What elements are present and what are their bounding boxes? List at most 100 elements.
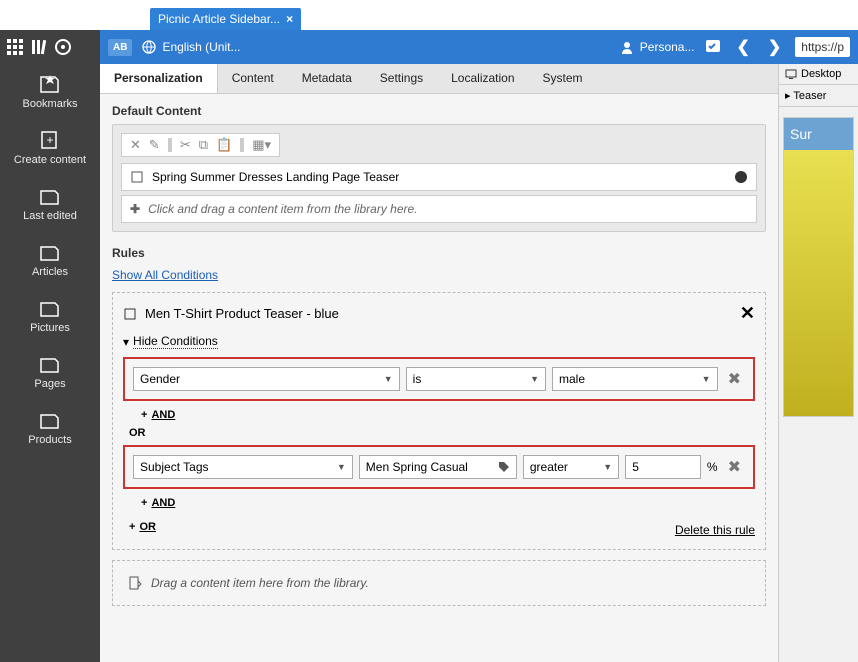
tab-settings[interactable]: Settings (366, 64, 437, 93)
edit-icon[interactable]: ✎ (147, 137, 162, 153)
tab-metadata[interactable]: Metadata (288, 64, 366, 93)
condition-tag-select[interactable]: Men Spring Casual (359, 455, 517, 479)
ab-test-button[interactable]: AB (108, 39, 132, 56)
file-tab-label: Picnic Article Sidebar... (158, 12, 280, 26)
close-tab-icon[interactable]: × (286, 12, 293, 26)
target-icon[interactable] (54, 38, 72, 56)
sidebar-label: Last edited (23, 210, 77, 222)
approve-icon[interactable] (704, 38, 722, 56)
preview-pane: Desktop ▸ Teaser Sur (778, 64, 858, 662)
preview-device[interactable]: Desktop (779, 64, 858, 85)
value-value: male (559, 372, 585, 386)
person-icon (620, 40, 634, 54)
nav-forward-button[interactable]: ❯ (764, 37, 785, 57)
sidebar-label: Create content (14, 154, 86, 166)
hide-conditions-toggle[interactable]: ▾ Hide Conditions (123, 334, 755, 349)
hint-text: Click and drag a content item from the l… (148, 202, 417, 216)
tab-personalization[interactable]: Personalization (100, 64, 218, 93)
paste-icon[interactable]: 📋 (214, 137, 234, 153)
tab-content[interactable]: Content (218, 64, 288, 93)
top-toolbar: AB English (Unit... Persona... ❮ ❯ https… (100, 30, 858, 64)
hide-conditions-label: Hide Conditions (133, 334, 218, 349)
nav-back-button[interactable]: ❮ (732, 37, 753, 57)
monitor-icon (785, 68, 797, 80)
globe-icon (142, 40, 156, 54)
delete-icon[interactable]: ✕ (128, 137, 143, 153)
cut-icon[interactable]: ✂ (178, 137, 193, 153)
library-icon[interactable] (30, 38, 48, 56)
op-value: is (413, 372, 422, 386)
rule-content-icon (123, 307, 137, 321)
sidebar-item-articles[interactable]: Articles (0, 232, 100, 288)
editor-tabs: Personalization Content Metadata Setting… (100, 64, 778, 94)
rule-header: Men T-Shirt Product Teaser - blue ✕ (123, 303, 755, 324)
rule-panel: Men T-Shirt Product Teaser - blue ✕ ▾ Hi… (112, 292, 766, 550)
percent-label: % (707, 460, 718, 474)
language-label: English (Unit... (162, 40, 240, 54)
condition-field-select[interactable]: Gender▼ (133, 367, 400, 391)
preview-photo (784, 150, 853, 416)
drag-content-panel[interactable]: Drag a content item here from the librar… (112, 560, 766, 606)
default-content-hint[interactable]: ✚ Click and drag a content item from the… (121, 195, 757, 223)
sidebar-label: Bookmarks (22, 98, 77, 110)
persona-label: Persona... (640, 40, 695, 54)
or-label-1: OR (123, 427, 755, 439)
default-content-title: Default Content (112, 104, 766, 118)
and-button-2[interactable]: +AND (123, 497, 755, 509)
rule-name: Men T-Shirt Product Teaser - blue (145, 306, 339, 321)
copy-icon[interactable]: ⧉ (197, 137, 210, 153)
condition-op-select-2[interactable]: greater▼ (523, 455, 619, 479)
url-field[interactable]: https://p (795, 37, 850, 57)
sidebar-label: Pages (34, 378, 65, 390)
sidebar-item-create-content[interactable]: + Create content (0, 120, 100, 176)
sidebar-label: Articles (32, 266, 68, 278)
sidebar-top-icons (0, 30, 100, 64)
sidebar-item-products[interactable]: Products (0, 400, 100, 456)
sidebar-label: Pictures (30, 322, 70, 334)
tag-value: Men Spring Casual (366, 460, 468, 474)
and-button-1[interactable]: +AND (123, 409, 755, 421)
rules-title: Rules (112, 246, 766, 260)
left-sidebar: Bookmarks + Create content Last edited A… (0, 30, 100, 662)
or-button-2[interactable]: +OR (123, 521, 156, 533)
tab-system[interactable]: System (529, 64, 597, 93)
condition-value-input[interactable]: 5 (625, 455, 701, 479)
file-tab[interactable]: Picnic Article Sidebar... × (150, 8, 301, 30)
show-all-conditions-link[interactable]: Show All Conditions (112, 268, 218, 282)
content-item-label: Spring Summer Dresses Landing Page Tease… (152, 170, 399, 184)
and-label: AND (151, 409, 175, 421)
sidebar-item-last-edited[interactable]: Last edited (0, 176, 100, 232)
plus-icon: ✚ (130, 202, 140, 216)
condition-op-select[interactable]: is▼ (406, 367, 546, 391)
drag-hint-text: Drag a content item here from the librar… (151, 576, 369, 590)
op-value-2: greater (530, 460, 568, 474)
default-content-item[interactable]: Spring Summer Dresses Landing Page Tease… (121, 163, 757, 191)
drag-icon (127, 575, 143, 591)
tag-icon (498, 461, 510, 473)
field-value-2: Subject Tags (140, 460, 209, 474)
preview-banner-text: Sur (784, 118, 853, 150)
svg-text:+: + (46, 133, 53, 147)
add-icon[interactable]: ▦▾ (250, 137, 273, 153)
condition-delete-button[interactable]: ✖ (724, 369, 745, 389)
condition-field-select-2[interactable]: Subject Tags▼ (133, 455, 353, 479)
and-label-2: AND (151, 497, 175, 509)
condition-value-select[interactable]: male▼ (552, 367, 718, 391)
sidebar-item-pages[interactable]: Pages (0, 344, 100, 400)
default-content-panel: ✕ ✎ ✂ ⧉ 📋 ▦▾ Spring Summer Dresses Landi… (112, 124, 766, 232)
sidebar-item-bookmarks[interactable]: Bookmarks (0, 64, 100, 120)
window-tab-bar: Picnic Article Sidebar... × (0, 0, 858, 30)
condition-delete-button-2[interactable]: ✖ (724, 457, 745, 477)
tab-localization[interactable]: Localization (437, 64, 528, 93)
language-selector[interactable]: English (Unit... (142, 40, 240, 54)
grid-icon[interactable] (6, 38, 24, 56)
globe-icon[interactable] (734, 170, 748, 184)
sidebar-item-pictures[interactable]: Pictures (0, 288, 100, 344)
preview-section[interactable]: ▸ Teaser (779, 85, 858, 107)
rule-close-button[interactable]: ✕ (740, 303, 755, 324)
delete-rule-link[interactable]: Delete this rule (675, 523, 755, 537)
sidebar-label: Products (28, 434, 71, 446)
persona-selector[interactable]: Persona... (620, 40, 695, 54)
mini-toolbar: ✕ ✎ ✂ ⧉ 📋 ▦▾ (121, 133, 280, 157)
value-2: 5 (632, 460, 639, 474)
